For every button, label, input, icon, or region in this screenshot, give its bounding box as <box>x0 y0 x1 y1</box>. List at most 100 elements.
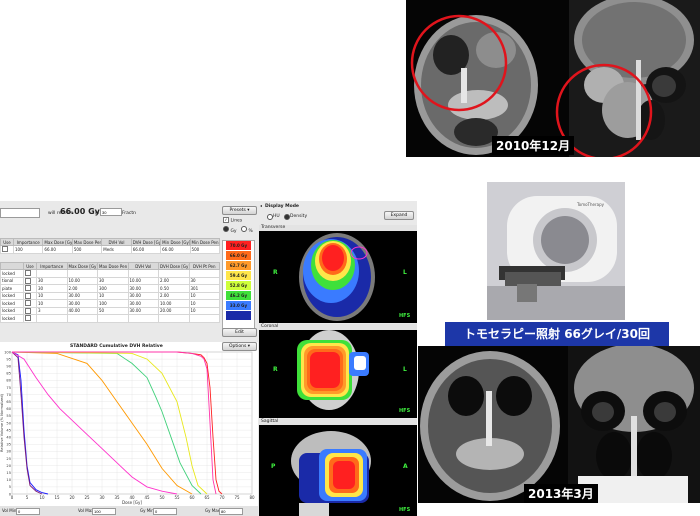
table-cell[interactable]: 30.00 <box>127 299 159 308</box>
table-cell[interactable]: 10 <box>188 306 220 315</box>
isodose-level[interactable]: 33.0 Gy <box>226 301 251 310</box>
use-checkbox[interactable] <box>23 284 37 293</box>
table-cell[interactable]: 10 <box>188 299 220 308</box>
table-cell[interactable]: Meds <box>101 245 132 254</box>
isodose-level[interactable]: 70.0 Gy <box>226 241 251 250</box>
table-cell[interactable]: 2.00 <box>158 291 190 300</box>
checkbox[interactable] <box>25 285 31 292</box>
vol-max-input[interactable] <box>92 508 116 515</box>
isodose-level[interactable] <box>226 311 251 320</box>
use-checkbox[interactable] <box>23 291 37 300</box>
presets-button[interactable]: Presets ▾ <box>222 206 257 215</box>
checkbox[interactable] <box>25 315 31 322</box>
table-cell[interactable]: 10.00 <box>127 276 159 285</box>
table-cell[interactable]: 300 <box>97 284 129 293</box>
table-cell[interactable]: 30.00 <box>127 291 159 300</box>
sagittal-viewer[interactable]: Sagittal P A HFS <box>259 419 417 516</box>
table-cell[interactable]: 100 <box>12 245 44 254</box>
checkbox[interactable] <box>2 246 8 253</box>
unit-radio-group[interactable]: Gy % <box>223 226 253 234</box>
table-cell[interactable] <box>188 314 220 323</box>
lines-toggle[interactable]: ✓ Lines <box>223 217 242 224</box>
table-cell[interactable]: 10 <box>188 291 220 300</box>
checkbox[interactable] <box>25 292 31 299</box>
table-row[interactable]: piate 30 2.00 300 30.00 0.50 301 <box>0 284 220 293</box>
use-checkbox[interactable] <box>23 269 37 278</box>
table-cell[interactable] <box>158 314 190 323</box>
table-row[interactable]: 100 66.00 500 Meds 66.00 66.00 500 <box>0 245 221 254</box>
gy-min-input[interactable] <box>153 508 177 515</box>
table-row[interactable]: tional 30 10.00 30 10.00 2.00 30 <box>0 276 220 285</box>
table-cell[interactable]: 40.00 <box>66 306 98 315</box>
table-cell[interactable]: 20.00 <box>158 306 190 315</box>
table-cell[interactable]: 10.00 <box>66 276 98 285</box>
table-cell[interactable]: 2.00 <box>66 284 98 293</box>
table-cell[interactable]: 30.00 <box>127 306 159 315</box>
table-cell[interactable]: 30 <box>36 276 68 285</box>
table-cell[interactable]: 66.00 <box>130 245 162 254</box>
table-cell[interactable]: 301 <box>188 284 220 293</box>
table-cell[interactable]: 30 <box>188 276 220 285</box>
table-cell[interactable]: 10 <box>36 291 68 300</box>
table-cell[interactable]: 10 <box>97 291 129 300</box>
table-cell[interactable] <box>188 269 220 278</box>
checkbox[interactable] <box>25 307 31 314</box>
table-cell[interactable]: 100 <box>97 299 129 308</box>
lines-checkbox[interactable]: ✓ <box>223 217 229 223</box>
table-cell[interactable] <box>66 269 98 278</box>
checkbox[interactable] <box>25 270 31 277</box>
table-cell[interactable] <box>97 269 129 278</box>
use-checkbox[interactable] <box>23 314 37 323</box>
table-row[interactable]: locked <box>0 314 220 323</box>
table-row[interactable]: locked <box>0 269 220 278</box>
use-checkbox[interactable] <box>0 245 14 254</box>
table-cell[interactable]: 66.00 <box>160 245 191 254</box>
collapse-icon[interactable]: ◂ <box>260 203 262 208</box>
table-cell[interactable]: 500 <box>189 245 221 254</box>
table-cell[interactable] <box>158 269 190 278</box>
table-cell[interactable]: 0.50 <box>158 284 190 293</box>
gy-radio[interactable] <box>223 226 229 232</box>
use-checkbox[interactable] <box>23 306 37 315</box>
checkbox[interactable] <box>25 277 31 284</box>
isodose-level[interactable]: 46.2 Gy <box>226 291 251 300</box>
table-cell[interactable]: 30 <box>97 276 129 285</box>
isodose-level[interactable]: 66.0 Gy <box>226 251 251 260</box>
table-cell[interactable]: 30.00 <box>66 291 98 300</box>
table-cell[interactable]: 3 <box>36 306 68 315</box>
target-select[interactable] <box>0 208 40 218</box>
table-cell[interactable]: 30.00 <box>66 299 98 308</box>
coronal-viewer[interactable]: Coronal R L HFS <box>259 324 417 418</box>
pct-radio[interactable] <box>241 226 248 232</box>
table-cell[interactable]: 500 <box>71 245 103 254</box>
table-cell[interactable]: 30.00 <box>127 284 159 293</box>
table-cell[interactable]: 50 <box>97 306 129 315</box>
table-cell[interactable]: 66.00 <box>42 245 73 254</box>
table-cell[interactable]: 30 <box>36 284 68 293</box>
vol-min-input[interactable] <box>16 508 40 515</box>
table-cell[interactable] <box>127 269 159 278</box>
table-cell[interactable] <box>127 314 159 323</box>
dvh-chart[interactable]: 0 5 10 15 20 25 30 35 40 45 50 55 60 65 70 75 8005101520… <box>0 342 258 506</box>
isodose-level[interactable]: 59.4 Gy <box>226 271 251 280</box>
table-cell[interactable] <box>97 314 129 323</box>
gy-max-input[interactable] <box>219 508 243 515</box>
use-checkbox[interactable] <box>23 276 37 285</box>
isodose-level[interactable]: 52.8 Gy <box>226 281 251 290</box>
table-row[interactable]: locked 3 40.00 50 30.00 20.00 10 <box>0 306 220 315</box>
table-cell[interactable]: 10 <box>36 299 68 308</box>
table-cell[interactable]: 2.00 <box>158 276 190 285</box>
edit-button[interactable]: Edit <box>222 328 257 337</box>
table-cell[interactable] <box>66 314 98 323</box>
use-checkbox[interactable] <box>23 299 37 308</box>
transverse-viewer[interactable]: Transverse R L HFS <box>259 225 417 323</box>
table-cell[interactable] <box>36 314 68 323</box>
isodose-level[interactable]: 62.7 Gy <box>226 261 251 270</box>
table-row[interactable]: locked 10 30.00 10 30.00 2.00 10 <box>0 291 220 300</box>
checkbox[interactable] <box>25 300 31 307</box>
table-row[interactable]: locked 10 30.00 100 30.00 10.00 10 <box>0 299 220 308</box>
table-cell[interactable]: 10.00 <box>158 299 190 308</box>
table-cell[interactable] <box>36 269 68 278</box>
expand-button[interactable]: Expand <box>384 211 414 220</box>
fractions-input[interactable] <box>100 208 122 216</box>
